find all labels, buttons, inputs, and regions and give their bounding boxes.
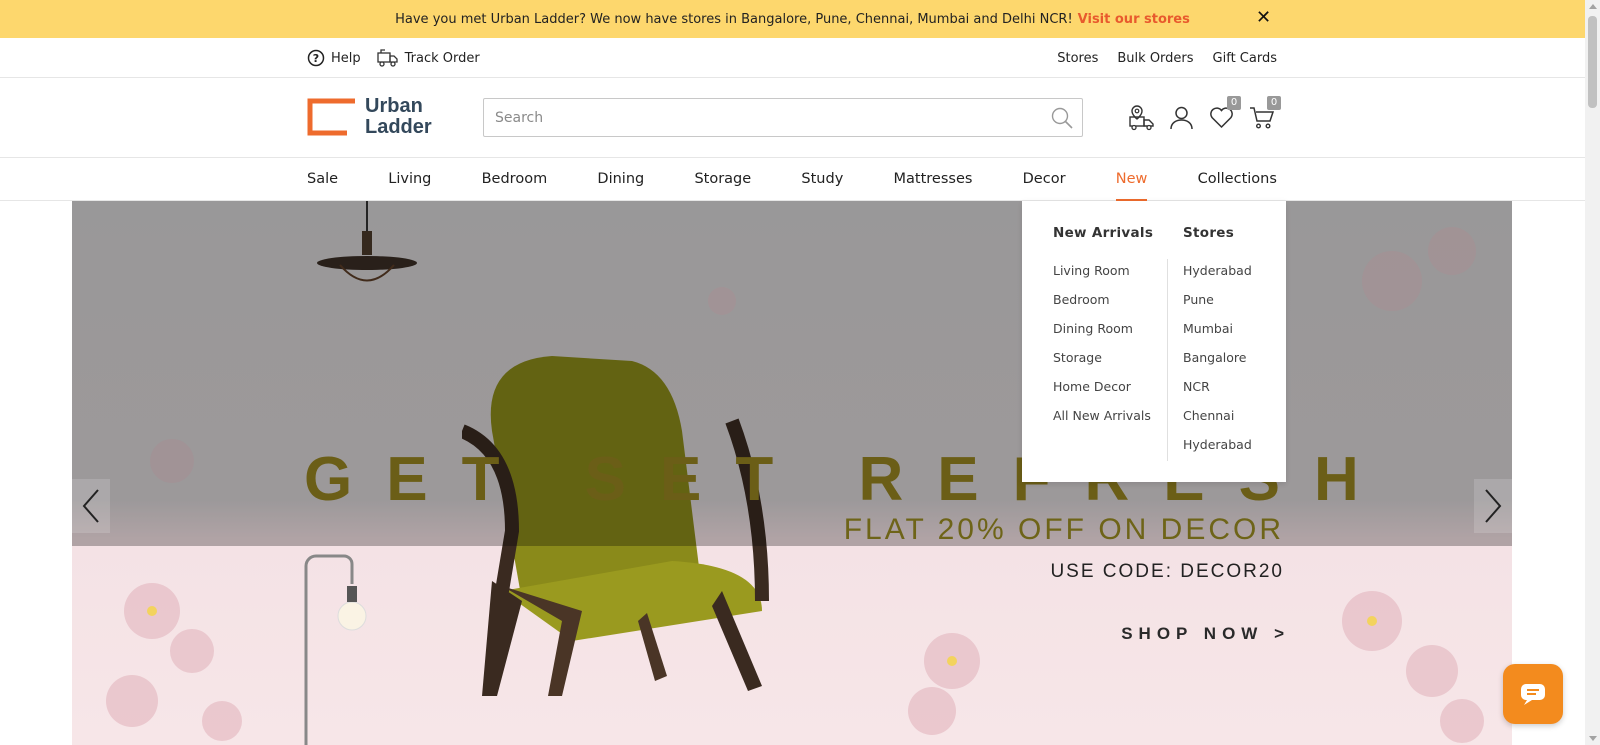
nav-item-new[interactable]: New (1115, 158, 1147, 201)
store-locator-icon[interactable] (1128, 104, 1155, 131)
dropdown-divider (1167, 259, 1168, 461)
dropdown-item-store[interactable]: Bangalore (1183, 348, 1252, 377)
chat-icon (1521, 684, 1545, 705)
main-nav: Sale Living Bedroom Dining Storage Study… (0, 158, 1585, 201)
help-icon: ? (307, 49, 325, 67)
dropdown-item-all-new-arrivals[interactable]: All New Arrivals (1053, 406, 1153, 435)
search-box (483, 98, 1083, 137)
nav-item-dining[interactable]: Dining (597, 158, 644, 201)
search-input[interactable] (484, 99, 1024, 136)
dropdown-item-bedroom[interactable]: Bedroom (1053, 290, 1153, 319)
cart-icon[interactable]: 0 (1248, 96, 1281, 131)
wishlist-count-badge: 0 (1227, 96, 1241, 110)
dropdown-item-store[interactable]: Chennai (1183, 406, 1252, 435)
carousel-prev-button[interactable] (72, 479, 110, 533)
nav-item-bedroom[interactable]: Bedroom (482, 158, 548, 201)
bulk-orders-link[interactable]: Bulk Orders (1117, 51, 1193, 66)
dropdown-item-store[interactable]: Hyderabad (1183, 261, 1252, 290)
help-label: Help (331, 50, 361, 66)
nav-item-living[interactable]: Living (388, 158, 431, 201)
page-scrollbar[interactable] (1585, 0, 1600, 745)
nav-item-decor[interactable]: Decor (1023, 158, 1066, 201)
shop-now-button[interactable]: SHOP NOW > (1121, 624, 1290, 644)
scroll-up-icon[interactable] (1589, 4, 1597, 9)
nav-item-mattresses[interactable]: Mattresses (894, 158, 973, 201)
dropdown-item-store[interactable]: Mumbai (1183, 319, 1252, 348)
truck-icon (376, 49, 398, 67)
chevron-right-icon (1485, 489, 1502, 523)
chat-button[interactable] (1503, 664, 1563, 724)
help-link[interactable]: ? Help (307, 49, 361, 67)
hero-banner[interactable]: GET SET REFRESH FLAT 20% OFF ON DECOR US… (72, 201, 1512, 745)
dropdown-item-store[interactable]: Pune (1183, 290, 1252, 319)
dropdown-item-storage[interactable]: Storage (1053, 348, 1153, 377)
nav-item-collections[interactable]: Collections (1198, 158, 1277, 201)
gift-cards-link[interactable]: Gift Cards (1213, 51, 1277, 66)
dropdown-item-store[interactable]: NCR (1183, 377, 1252, 406)
dropdown-item-home-decor[interactable]: Home Decor (1053, 377, 1153, 406)
hero-code: USE CODE: DECOR20 (1050, 561, 1284, 582)
logo[interactable]: Urban Ladder (307, 96, 432, 138)
cart-count-badge: 0 (1267, 96, 1281, 110)
svg-text:?: ? (313, 52, 319, 65)
new-dropdown-menu: New Arrivals Living Room Bedroom Dining … (1022, 201, 1286, 482)
new-arrivals-heading[interactable]: New Arrivals (1053, 225, 1153, 241)
announcement-text: Have you met Urban Ladder? We now have s… (395, 11, 1073, 27)
close-icon[interactable]: ✕ (1256, 9, 1271, 27)
stores-link[interactable]: Stores (1057, 51, 1098, 66)
announcement-bar: Have you met Urban Ladder? We now have s… (0, 0, 1585, 38)
logo-text-line2: Ladder (365, 116, 432, 138)
track-order-label: Track Order (404, 50, 480, 66)
carousel-next-button[interactable] (1474, 479, 1512, 533)
search-icon[interactable] (1050, 106, 1074, 130)
nav-item-sale[interactable]: Sale (307, 158, 338, 201)
stores-column: Stores Hyderabad Pune Mumbai Bangalore N… (1183, 225, 1252, 464)
new-arrivals-column: New Arrivals Living Room Bedroom Dining … (1053, 225, 1153, 435)
chevron-left-icon (82, 489, 99, 523)
nav-item-study[interactable]: Study (801, 158, 843, 201)
logo-text-line1: Urban (365, 95, 423, 117)
dropdown-item-living-room[interactable]: Living Room (1053, 261, 1153, 290)
track-order-link[interactable]: Track Order (376, 48, 480, 68)
utility-bar: ? Help Track Order Stores Bulk Orders Gi… (0, 38, 1585, 78)
scrollbar-thumb[interactable] (1588, 16, 1597, 108)
wishlist-icon[interactable]: 0 (1208, 96, 1241, 131)
nav-item-storage[interactable]: Storage (694, 158, 751, 201)
scroll-down-icon[interactable] (1589, 736, 1597, 741)
hero-offer: FLAT 20% OFF ON DECOR (843, 513, 1284, 546)
dropdown-item-dining-room[interactable]: Dining Room (1053, 319, 1153, 348)
logo-mark-icon (307, 98, 355, 136)
account-icon[interactable] (1168, 104, 1195, 131)
dropdown-item-store[interactable]: Hyderabad (1183, 435, 1252, 464)
stores-heading[interactable]: Stores (1183, 225, 1252, 241)
visit-stores-link[interactable]: Visit our stores (1078, 12, 1190, 27)
main-header: Urban Ladder 0 0 (0, 78, 1585, 158)
